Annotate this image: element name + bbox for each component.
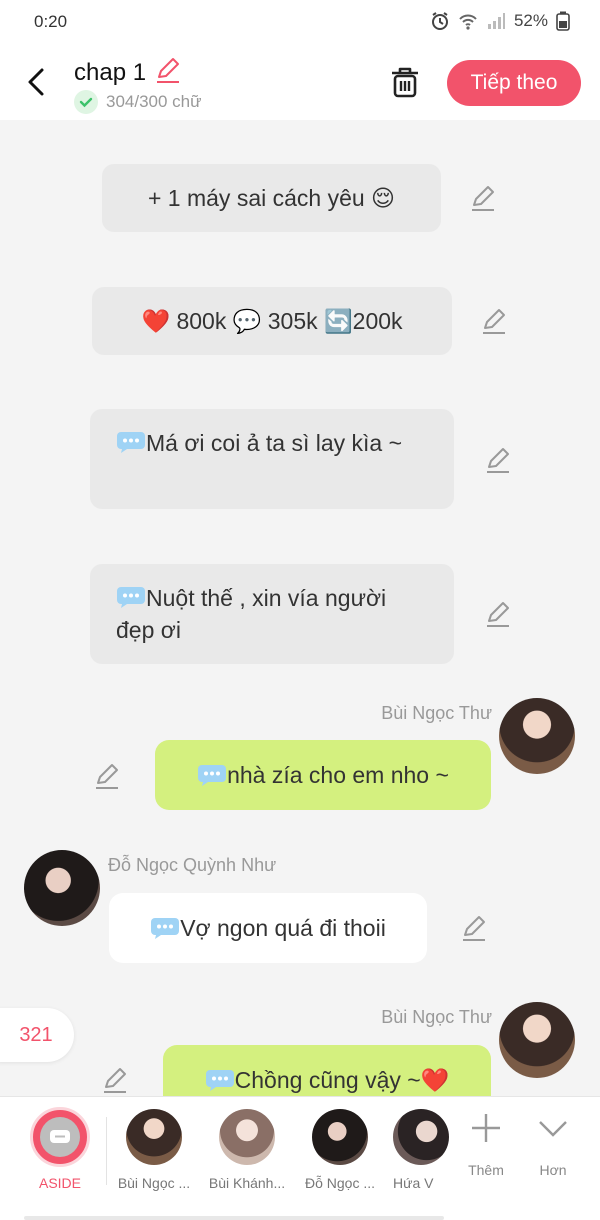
sender-name: Đỗ Ngọc Quỳnh Như — [108, 855, 277, 875]
character-message-bubble[interactable]: Vợ ngon quá đi thoii — [109, 893, 427, 963]
title-row: chap 1 — [74, 56, 182, 89]
signal-icon — [486, 11, 506, 31]
next-button[interactable]: Tiếp theo — [447, 60, 581, 106]
editor-header: chap 1 304/300 chữ Tiếp theo — [0, 44, 600, 120]
character-toolbar: ASIDE Bùi Ngọc ... Bùi Khánh... Đỗ Ngọc … — [0, 1096, 600, 1220]
battery-level: 52% — [513, 11, 548, 30]
character-chip[interactable]: Đỗ Ngọc ... — [300, 1109, 380, 1191]
avatar[interactable] — [24, 850, 100, 926]
home-indicator — [24, 1216, 444, 1220]
edit-message-icon[interactable] — [484, 600, 512, 628]
status-time: 0:20 — [34, 12, 68, 31]
speech-bubble-icon — [205, 1068, 235, 1092]
check-icon — [74, 90, 98, 114]
status-icons: 52% — [430, 11, 570, 31]
aside-icon — [40, 1117, 80, 1157]
avatar[interactable] — [499, 698, 575, 774]
narration-bubble[interactable]: Má ơi coi ả ta sì lay kìa ~ — [90, 409, 454, 509]
narration-bubble[interactable]: Nuột thế , xin vía người đẹp ơi — [90, 564, 454, 664]
character-name: Đỗ Ngọc ... — [304, 1175, 376, 1191]
edit-message-icon[interactable] — [480, 307, 508, 335]
speech-bubble-icon — [150, 916, 180, 940]
character-name: Hứa V — [393, 1175, 434, 1191]
speech-bubble-icon — [197, 763, 227, 787]
toolbar-divider — [106, 1117, 107, 1185]
more-label: Hơn — [539, 1162, 567, 1178]
edit-message-icon[interactable] — [484, 446, 512, 474]
character-message-bubble[interactable]: nhà zía cho em nho ~ — [155, 740, 491, 810]
sender-name: Bùi Ngọc Thư — [381, 1007, 492, 1027]
edit-message-icon[interactable] — [93, 762, 121, 790]
character-avatar — [126, 1109, 182, 1165]
status-bar: 0:20 52% — [0, 0, 600, 44]
message-text: + 1 máy sai cách yêu 😌 — [147, 185, 396, 211]
speech-bubble-icon — [116, 430, 146, 454]
add-label: Thêm — [468, 1162, 504, 1178]
character-message-bubble[interactable]: Chồng cũng vậy ~❤️ — [163, 1045, 491, 1096]
message-text: Chồng cũng vậy ~❤️ — [234, 1067, 450, 1093]
aside-button[interactable] — [30, 1107, 90, 1167]
edit-message-icon[interactable] — [469, 184, 497, 212]
narration-bubble[interactable]: + 1 máy sai cách yêu 😌 — [102, 164, 441, 232]
message-text: Vợ ngon quá đi thoii — [180, 915, 386, 941]
edit-message-icon[interactable] — [101, 1066, 129, 1094]
edit-title-icon[interactable] — [154, 56, 182, 89]
word-count: 304/300 chữ — [106, 92, 202, 111]
character-chip[interactable]: Hứa V — [393, 1109, 449, 1191]
character-name: Bùi Khánh... — [208, 1175, 286, 1191]
count-badge[interactable]: 321 — [0, 1008, 74, 1062]
message-text: ❤️ 800k 💬 305k 🔄200k — [141, 308, 403, 334]
character-chip[interactable]: Bùi Ngọc ... — [114, 1109, 194, 1191]
character-avatar — [393, 1109, 449, 1165]
message-text: Nuột thế , xin vía người đẹp ơi — [116, 585, 387, 643]
edit-message-icon[interactable] — [460, 914, 488, 942]
back-arrow-icon[interactable] — [24, 64, 52, 100]
aside-label: ASIDE — [38, 1175, 81, 1191]
word-count-row: 304/300 chữ — [74, 90, 202, 114]
more-button[interactable]: Hơn — [523, 1111, 583, 1178]
battery-icon — [556, 11, 570, 31]
add-character-button[interactable]: Thêm — [456, 1111, 516, 1178]
character-avatar — [312, 1109, 368, 1165]
trash-icon[interactable] — [388, 64, 422, 100]
alarm-icon — [430, 11, 450, 31]
character-chip[interactable]: Bùi Khánh... — [207, 1109, 287, 1191]
sender-name: Bùi Ngọc Thư — [381, 703, 492, 723]
plus-icon — [472, 1114, 500, 1142]
avatar[interactable] — [499, 1002, 575, 1078]
character-name: Bùi Ngọc ... — [117, 1175, 191, 1191]
character-avatar — [219, 1109, 275, 1165]
chat-area[interactable]: + 1 máy sai cách yêu 😌 ❤️ 800k 💬 305k 🔄2… — [0, 120, 600, 1096]
message-text: nhà zía cho em nho ~ — [227, 762, 449, 788]
chevron-down-icon — [539, 1121, 567, 1137]
wifi-icon — [458, 11, 478, 31]
chapter-title: chap 1 — [74, 58, 147, 86]
speech-bubble-icon — [116, 585, 146, 609]
message-text: Má ơi coi ả ta sì lay kìa ~ — [146, 430, 403, 456]
narration-bubble[interactable]: ❤️ 800k 💬 305k 🔄200k — [92, 287, 452, 355]
